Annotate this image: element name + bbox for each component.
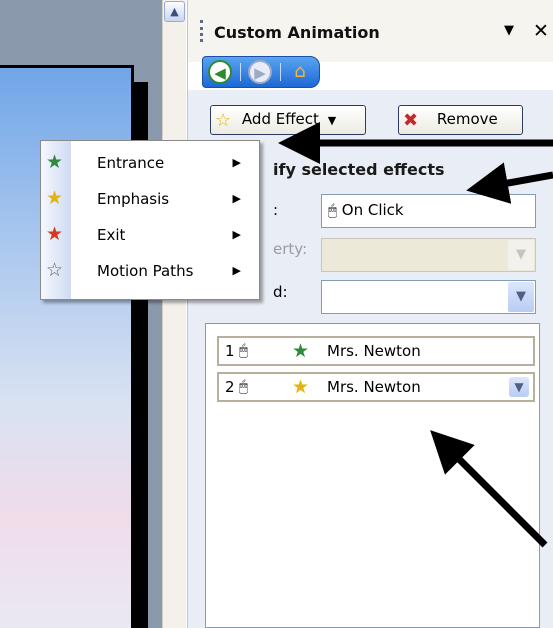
mouse-icon: 🖱 bbox=[239, 341, 249, 359]
exit-star-icon: ★ bbox=[46, 223, 64, 245]
emphasis-star-icon: ★ bbox=[46, 187, 64, 209]
speed-label: d: bbox=[273, 283, 288, 301]
remove-button[interactable]: ✖ Remove bbox=[398, 105, 523, 135]
menu-item-label: Motion Paths bbox=[97, 262, 194, 280]
add-effect-star-icon: ☆ bbox=[215, 110, 232, 131]
menu-item-label: Emphasis bbox=[97, 190, 170, 208]
entrance-star-icon: ★ bbox=[46, 151, 64, 173]
scroll-up-button[interactable]: ▲ bbox=[164, 1, 185, 22]
chevron-down-icon: ▼ bbox=[508, 240, 534, 270]
nav-separator bbox=[240, 63, 241, 81]
remove-label: Remove bbox=[436, 110, 498, 128]
menu-item-label: Entrance bbox=[97, 154, 165, 172]
menu-item-entrance[interactable]: ★ Entrance ▶ bbox=[41, 145, 259, 181]
start-label: : bbox=[273, 201, 279, 219]
effect-name: Mrs. Newton bbox=[327, 378, 421, 396]
nav-separator bbox=[280, 63, 281, 81]
section-title: ify selected effects bbox=[273, 160, 445, 179]
effect-number: 1 bbox=[225, 342, 235, 360]
forward-arrow-icon[interactable]: ▶ bbox=[248, 60, 272, 84]
add-effect-menu: ★ Entrance ▶ ★ Emphasis ▶ ★ Exit ▶ ☆ Mot… bbox=[40, 140, 260, 300]
property-dropdown: ▼ bbox=[321, 238, 536, 272]
slide-editing-area bbox=[0, 0, 162, 628]
pane-menu-dropdown-icon[interactable]: ▼ bbox=[504, 23, 514, 38]
chevron-down-icon: ▼ bbox=[327, 114, 337, 127]
add-effect-label: Add Effect bbox=[241, 110, 319, 128]
back-arrow-icon[interactable]: ◀ bbox=[208, 60, 232, 84]
star-emphasis-icon: ★ bbox=[292, 376, 310, 398]
effect-list-item[interactable]: 1 🖱 ★ Mrs. Newton bbox=[217, 336, 535, 366]
close-icon[interactable]: ✕ bbox=[533, 20, 549, 42]
speed-dropdown[interactable]: ▼ bbox=[321, 280, 536, 314]
task-pane-navigation-toolbar: ◀ ▶ ⌂ bbox=[202, 56, 320, 88]
menu-item-exit[interactable]: ★ Exit ▶ bbox=[41, 217, 259, 253]
menu-item-label: Exit bbox=[97, 226, 126, 244]
property-label: erty: bbox=[273, 240, 308, 258]
effect-name: Mrs. Newton bbox=[327, 342, 421, 360]
drag-grip[interactable] bbox=[200, 20, 204, 42]
vertical-scrollbar[interactable]: ▲ bbox=[162, 0, 186, 628]
home-icon[interactable]: ⌂ bbox=[287, 59, 313, 85]
remove-icon: ✖ bbox=[403, 110, 419, 131]
star-entrance-icon: ★ bbox=[292, 340, 310, 362]
chevron-down-icon[interactable]: ▼ bbox=[508, 282, 534, 312]
submenu-arrow-icon: ▶ bbox=[232, 156, 241, 169]
effect-list-item[interactable]: 2 🖱 ★ Mrs. Newton ▼ bbox=[217, 372, 535, 402]
mouse-icon: 🖱 bbox=[239, 377, 249, 395]
effect-number: 2 bbox=[225, 378, 235, 396]
add-effect-button[interactable]: ☆ Add Effect ▼ bbox=[210, 105, 366, 135]
motion-path-star-icon: ☆ bbox=[46, 259, 64, 281]
start-value: 🖱 On Click bbox=[328, 201, 404, 219]
submenu-arrow-icon: ▶ bbox=[232, 192, 241, 205]
submenu-arrow-icon: ▶ bbox=[232, 228, 241, 241]
effect-list[interactable]: 1 🖱 ★ Mrs. Newton 2 🖱 ★ Mrs. Newton ▼ bbox=[205, 323, 540, 628]
start-dropdown[interactable]: 🖱 On Click bbox=[321, 194, 536, 228]
task-pane-header: Custom Animation ▼ ✕ bbox=[188, 0, 553, 62]
mouse-icon: 🖱 bbox=[328, 201, 338, 219]
custom-animation-task-pane: Custom Animation ▼ ✕ ◀ ▶ ⌂ ☆ Add Effect … bbox=[187, 0, 553, 628]
menu-item-motion-paths[interactable]: ☆ Motion Paths ▶ bbox=[41, 253, 259, 289]
submenu-arrow-icon: ▶ bbox=[232, 264, 241, 277]
menu-item-emphasis[interactable]: ★ Emphasis ▶ bbox=[41, 181, 259, 217]
task-pane-title: Custom Animation bbox=[214, 23, 380, 42]
chevron-down-icon[interactable]: ▼ bbox=[509, 377, 529, 397]
